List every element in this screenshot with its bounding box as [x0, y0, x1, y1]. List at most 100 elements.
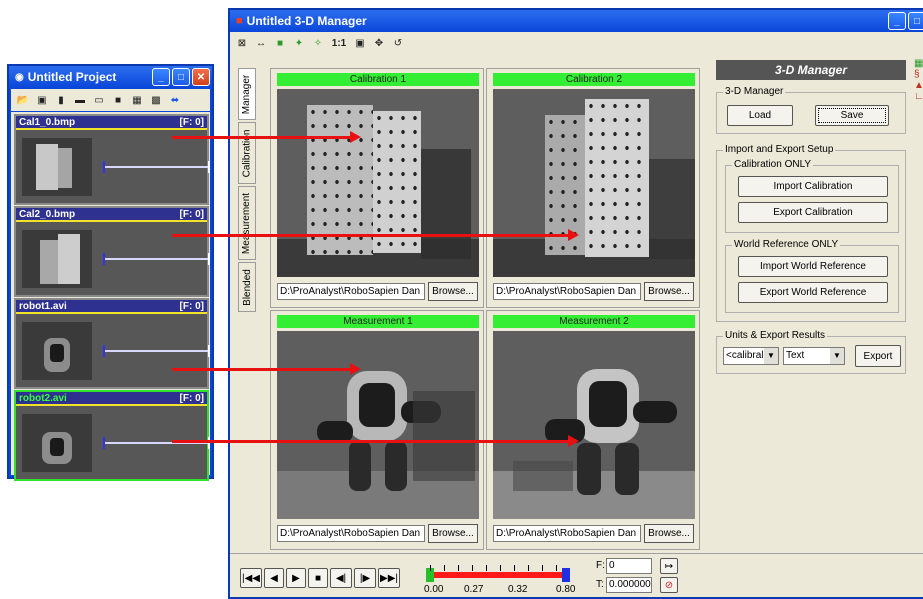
chevron-down-icon: ▼	[764, 348, 778, 364]
clip-item[interactable]: robot1.avi [F: 0]	[14, 298, 210, 389]
filmstrip-icon[interactable]: ▩	[148, 92, 164, 108]
group-label: Calibration ONLY	[732, 159, 814, 170]
frame-field[interactable]: 0	[606, 558, 652, 574]
grid-view-icon[interactable]: ▦	[129, 92, 145, 108]
measurement-image[interactable]	[277, 331, 479, 519]
view-large-icon[interactable]: ■	[110, 92, 126, 108]
clip-thumbnail	[22, 322, 92, 380]
tab-manager[interactable]: Manager	[238, 68, 256, 120]
clip-name: robot2.avi	[19, 392, 67, 404]
browse-button[interactable]: Browse...	[644, 524, 694, 543]
add-point-alt-icon[interactable]: ✧	[310, 35, 326, 51]
green-square-icon[interactable]: ■	[272, 35, 288, 51]
view-vertical-icon[interactable]: ▮	[53, 92, 69, 108]
zoom-actual-icon[interactable]: 1:1	[329, 35, 349, 51]
clip-item-selected[interactable]: robot2.avi [F: 0]	[14, 390, 210, 481]
calibration-image[interactable]	[277, 89, 479, 277]
group-label: World Reference ONLY	[732, 239, 841, 250]
group-label: Import and Export Setup	[723, 144, 836, 155]
manager-title: Untitled 3-D Manager	[246, 14, 367, 28]
transport-controls: |◀◀ ◀ ▶ ■ ◀| |▶ ▶▶|	[240, 568, 400, 588]
close-view-icon[interactable]: ⊠	[234, 35, 250, 51]
clip-list: Cal1_0.bmp [F: 0] Cal2_0.bmp [F: 0] robot1…	[11, 112, 210, 481]
stop-icon[interactable]: ■	[308, 568, 328, 588]
import-calibration-button[interactable]: Import Calibration	[738, 176, 888, 197]
side-draw-icon[interactable]: ∟	[914, 91, 923, 102]
tick-label: 0.32	[508, 584, 528, 595]
group-units-export: Units & Export Results <calibral ▼ Text …	[716, 330, 906, 374]
clip-timeline[interactable]	[103, 345, 210, 357]
no-sync-icon[interactable]: ⊘	[660, 577, 678, 593]
manager-title-bar[interactable]: ■ Untitled 3-D Manager _ □ ✕	[230, 10, 923, 32]
clip-name: Cal1_0.bmp	[19, 116, 76, 128]
maximize-button[interactable]: □	[172, 68, 190, 86]
file-path-field[interactable]: D:\ProAnalyst\RoboSapien Dan	[493, 525, 641, 542]
view-medium-icon[interactable]: ▭	[91, 92, 107, 108]
playback-bar: |◀◀ ◀ ▶ ■ ◀| |▶ ▶▶| 0.00 0.27 0.32 0.80 …	[230, 553, 923, 599]
zoom-fit-icon[interactable]: ▣	[352, 35, 368, 51]
minimize-button[interactable]: _	[888, 12, 906, 30]
arrow-robot1	[172, 363, 361, 375]
side-icon-strip: ▦ § ▲ ∟	[914, 58, 923, 158]
side-red-icon[interactable]: §	[914, 69, 923, 80]
play-icon[interactable]: ▶	[286, 568, 306, 588]
clip-item[interactable]: Cal2_0.bmp [F: 0]	[14, 206, 210, 297]
save-disk-icon[interactable]: ▣	[34, 92, 50, 108]
step-back-icon[interactable]: ◀	[264, 568, 284, 588]
pane-title: Measurement 1	[277, 315, 479, 328]
move-icon[interactable]: ✥	[371, 35, 387, 51]
chevron-down-icon: ▼	[830, 348, 844, 364]
file-path-field[interactable]: D:\ProAnalyst\RoboSapien Dan	[493, 283, 641, 300]
side-green-icon[interactable]: ▦	[914, 58, 923, 69]
pane-title: Measurement 2	[493, 315, 695, 328]
clip-timeline[interactable]	[103, 253, 210, 265]
calibration-image[interactable]	[493, 89, 695, 277]
group-label: Units & Export Results	[723, 330, 828, 341]
browse-button[interactable]: Browse...	[428, 524, 478, 543]
export-calibration-button[interactable]: Export Calibration	[738, 202, 888, 223]
prev-frame-icon[interactable]: ◀|	[330, 568, 352, 588]
tab-blended[interactable]: Blended	[238, 262, 256, 312]
save-button[interactable]: Save	[815, 105, 889, 126]
load-button[interactable]: Load	[727, 105, 793, 126]
browse-button[interactable]: Browse...	[428, 282, 478, 301]
clip-name: Cal2_0.bmp	[19, 208, 76, 220]
side-tool-icon[interactable]: ▲	[914, 80, 923, 91]
project-app-icon: ◉	[15, 71, 24, 83]
link-icon[interactable]: ↔	[253, 35, 269, 51]
split-view-icon[interactable]: ⬌	[167, 92, 183, 108]
add-point-icon[interactable]: ✦	[291, 35, 307, 51]
format-select-value: Text	[786, 350, 805, 361]
tick-label: 0.80	[556, 584, 576, 595]
clip-frame: [F: 0]	[179, 392, 204, 404]
view-small-icon[interactable]: ▬	[72, 92, 88, 108]
project-title-bar[interactable]: ◉ Untitled Project _ □ ✕	[9, 66, 212, 88]
format-select[interactable]: Text ▼	[783, 347, 845, 365]
file-path-field[interactable]: D:\ProAnalyst\RoboSapien Dan	[277, 525, 425, 542]
clip-item[interactable]: Cal1_0.bmp [F: 0]	[14, 114, 210, 205]
clip-timeline[interactable]	[103, 161, 210, 173]
export-world-reference-button[interactable]: Export World Reference	[738, 282, 888, 303]
minimize-button[interactable]: _	[152, 68, 170, 86]
measurement-image[interactable]	[493, 331, 695, 519]
last-frame-icon[interactable]: ▶▶|	[378, 568, 400, 588]
units-select[interactable]: <calibral ▼	[723, 347, 779, 365]
open-folder-icon[interactable]: 📂	[15, 92, 31, 108]
tab-measurement[interactable]: Measurement	[238, 186, 256, 260]
maximize-button[interactable]: □	[908, 12, 923, 30]
time-field[interactable]: 0.000000	[606, 577, 652, 593]
timeline-slider[interactable]: 0.00 0.27 0.32 0.80	[424, 564, 576, 598]
browse-button[interactable]: Browse...	[644, 282, 694, 301]
fit-range-icon[interactable]: ↦	[660, 558, 678, 574]
import-world-reference-button[interactable]: Import World Reference	[738, 256, 888, 277]
file-path-field[interactable]: D:\ProAnalyst\RoboSapien Dan	[277, 283, 425, 300]
tab-calibration[interactable]: Calibration	[238, 122, 256, 184]
close-button[interactable]: ✕	[192, 68, 210, 86]
clip-name: robot1.avi	[19, 300, 67, 312]
export-button[interactable]: Export	[855, 345, 901, 367]
refresh-icon[interactable]: ↺	[390, 35, 406, 51]
first-frame-icon[interactable]: |◀◀	[240, 568, 262, 588]
group-label: 3-D Manager	[723, 86, 786, 97]
pane-measurement-2: Measurement 2 D:\ProAnalyst\RoboSapien D…	[486, 310, 700, 550]
next-frame-icon[interactable]: |▶	[354, 568, 376, 588]
